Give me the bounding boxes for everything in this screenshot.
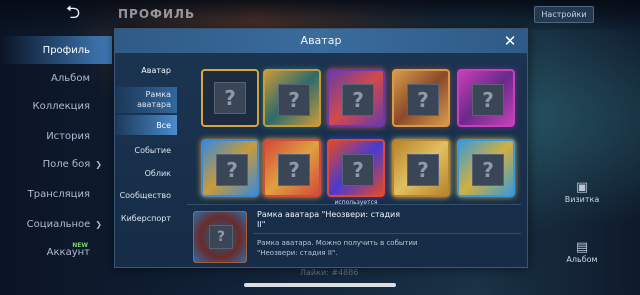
settings-button[interactable]: Настройки [534, 6, 594, 23]
sidebar-item-label: Трансляция [27, 188, 90, 200]
dialog-title: Аватар [300, 34, 342, 47]
frame-preview: ? [327, 139, 385, 197]
likes-counter: Лайки: #4886 [300, 268, 359, 277]
sidebar-item-broadcast[interactable]: Трансляция [0, 180, 112, 208]
sidebar-item-label: Профиль [42, 44, 90, 56]
frame-option-7[interactable]: ? [263, 139, 321, 197]
category-avatar-frame[interactable]: Рамка аватара [115, 87, 177, 113]
frame-option-8[interactable]: ? используется [327, 139, 385, 206]
frame-option-10[interactable]: ? [457, 139, 515, 197]
subcategory-esports[interactable]: Киберспорт [115, 207, 177, 229]
placeholder-avatar-icon: ? [278, 154, 310, 186]
business-card-button[interactable]: ▣ Визитка [562, 180, 602, 204]
placeholder-avatar-icon: ? [342, 84, 374, 116]
close-icon: ✕ [503, 32, 517, 50]
subcategory-community[interactable]: Сообщество [115, 184, 177, 206]
subcategory-event[interactable]: Событие [115, 139, 177, 161]
sidebar-item-label: Коллекция [32, 100, 90, 112]
placeholder-avatar-icon: ? [216, 154, 248, 186]
chevron-down-icon: ❯ [95, 159, 102, 169]
subcategory-skin[interactable]: Облик [115, 162, 177, 184]
frame-grid: ? ? ? ? ? ? ? ? используется ? ? [187, 63, 527, 206]
selected-frame-preview: ? [193, 211, 247, 263]
placeholder-avatar-icon: ? [407, 84, 439, 116]
placeholder-avatar-icon: ? [214, 82, 246, 114]
card-icon: ▣ [575, 180, 589, 195]
home-indicator [244, 283, 396, 287]
placeholder-avatar-icon: ? [209, 225, 233, 249]
subcategory-all[interactable]: Все [115, 115, 177, 135]
chevron-down-icon: ❯ [95, 219, 102, 229]
frame-detail-panel: ? Рамка аватара "Неозвери: стадия II" Ра… [187, 204, 521, 265]
sidebar-item-history[interactable]: История [0, 122, 112, 150]
frame-option-2[interactable]: ? [263, 69, 321, 127]
frame-preview: ? [392, 139, 450, 197]
page-title: ПРОФИЛЬ [118, 7, 196, 21]
frame-name: Рамка аватара "Неозвери: стадия II" [257, 210, 401, 229]
sidebar-item-label: Поле боя [42, 158, 91, 170]
business-card-label: Визитка [564, 195, 600, 204]
frame-preview: ? [457, 139, 515, 197]
frame-preview: ? [263, 69, 321, 127]
album-button[interactable]: ▤ Альбом [562, 240, 602, 264]
placeholder-avatar-icon: ? [278, 84, 310, 116]
sidebar-item-social[interactable]: Социальное ❯ [0, 210, 112, 238]
dialog-category-list: Аватар Рамка аватара Все Событие Облик С… [115, 53, 177, 269]
category-avatar[interactable]: Аватар [115, 59, 177, 81]
frame-description: Рамка аватара. Можно получить в событии … [257, 239, 418, 257]
sidebar-item-profile[interactable]: Профиль [0, 36, 112, 64]
album-label: Альбом [566, 255, 598, 264]
placeholder-avatar-icon: ? [342, 154, 374, 186]
frame-preview: ? [392, 69, 450, 127]
close-button[interactable]: ✕ [501, 32, 519, 50]
sidebar-item-album[interactable]: Альбом [0, 64, 112, 92]
frame-option-6[interactable]: ? [201, 139, 259, 197]
profile-sidebar: Профиль Альбом Коллекция История Поле бо… [0, 30, 112, 295]
frame-preview: ? [201, 69, 259, 127]
frame-preview: ? [201, 139, 259, 197]
photo-icon: ▤ [575, 240, 589, 255]
placeholder-avatar-icon: ? [407, 154, 439, 186]
frame-preview: ? [263, 139, 321, 197]
sidebar-item-account[interactable]: NEW Аккаунт [0, 238, 112, 266]
sidebar-item-battlefield[interactable]: Поле боя ❯ [0, 150, 112, 178]
sidebar-item-collection[interactable]: Коллекция [0, 92, 112, 120]
detail-divider [253, 233, 521, 234]
placeholder-avatar-icon: ? [472, 84, 504, 116]
frame-option-3[interactable]: ? [327, 69, 385, 127]
sidebar-item-label: Социальное [26, 218, 91, 230]
back-button[interactable]: ⮌ [55, 3, 91, 23]
sidebar-item-label: Альбом [51, 72, 90, 84]
placeholder-avatar-icon: ? [472, 154, 504, 186]
avatar-dialog: Аватар ✕ Аватар Рамка аватара Все Событи… [114, 28, 528, 268]
frame-preview: ? [457, 69, 515, 127]
frame-option-4[interactable]: ? [392, 69, 450, 127]
frame-option-5[interactable]: ? [457, 69, 515, 127]
frame-option-9[interactable]: ? [392, 139, 450, 197]
frame-preview: ? [327, 69, 385, 127]
sidebar-item-label: История [46, 130, 90, 142]
frame-option-1[interactable]: ? [201, 69, 259, 127]
top-bar: ⮌ ПРОФИЛЬ Настройки [0, 0, 640, 30]
back-arrow-icon: ⮌ [65, 2, 81, 23]
new-badge: NEW [72, 242, 88, 249]
